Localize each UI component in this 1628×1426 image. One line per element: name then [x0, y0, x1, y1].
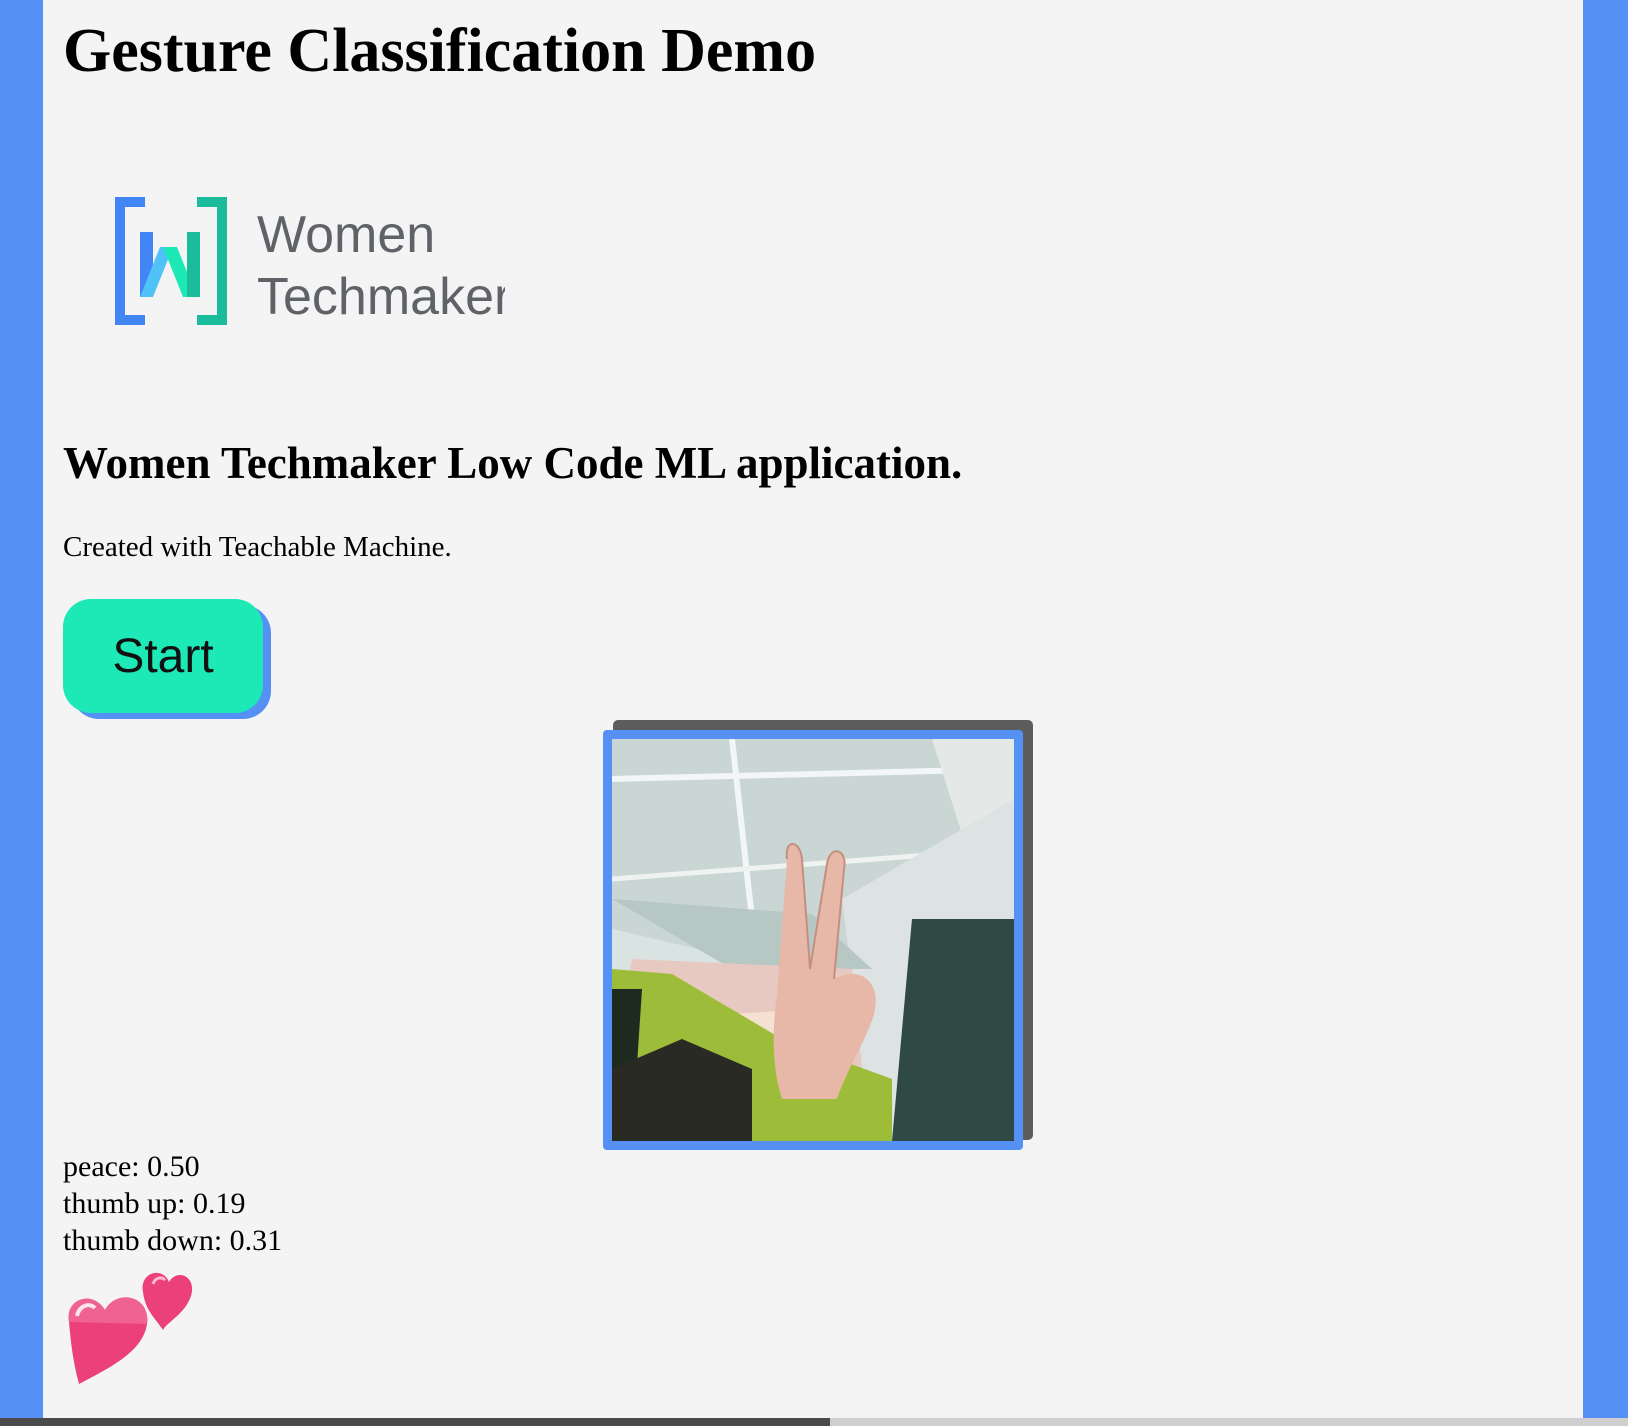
prediction-thumb-down: thumb down: 0.31	[63, 1224, 283, 1257]
prediction-peace: peace: 0.50	[63, 1150, 200, 1183]
page-title: Gesture Classification Demo	[63, 17, 817, 85]
webcam-feed	[603, 730, 1023, 1150]
women-techmakers-logo: Women Techmakers	[115, 192, 537, 327]
created-with-text: Created with Teachable Machine.	[63, 531, 452, 563]
two-hearts-icon	[65, 1260, 195, 1388]
svg-text:Techmakers: Techmakers	[257, 268, 505, 326]
start-button[interactable]: Start	[63, 599, 263, 713]
page-container: Gesture Classification Demo Women Techma…	[43, 0, 1583, 1418]
svg-text:Women: Women	[257, 206, 435, 264]
prediction-labels: peace: 0.50 thumb up: 0.19 thumb down: 0…	[63, 1148, 282, 1259]
bottom-edge	[0, 1418, 1628, 1426]
app-subtitle: Women Techmaker Low Code ML application.	[63, 438, 963, 488]
prediction-thumb-up: thumb up: 0.19	[63, 1187, 246, 1220]
webcam-container	[603, 720, 1033, 1150]
